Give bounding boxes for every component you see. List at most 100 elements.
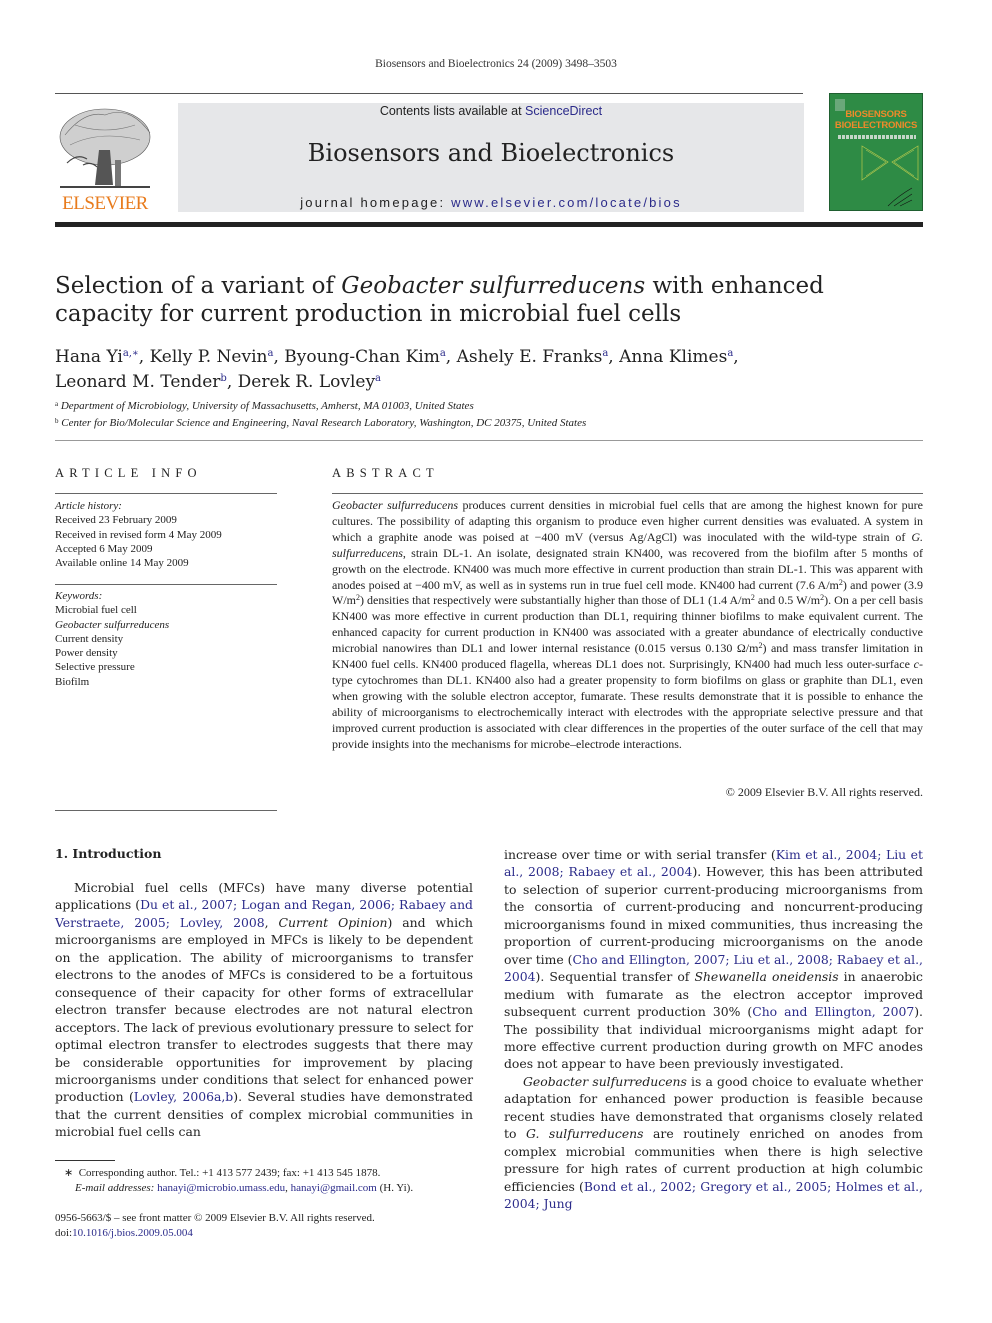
article-title: Selection of a variant of Geobacter sulf…: [55, 272, 925, 328]
paragraph: Microbial fuel cells (MFCs) have many di…: [55, 879, 473, 1141]
contents-prefix: Contents lists available at: [379, 104, 526, 118]
author-name[interactable]: Hana Yi: [55, 347, 123, 367]
italic-text: Current Opinion: [278, 914, 388, 930]
cover-title-line1: BIOSENSORS: [845, 109, 907, 120]
doi-label: doi:: [55, 1227, 73, 1239]
journal-cover-thumbnail[interactable]: BIOSENSORS BIOELECTRONICS: [829, 93, 923, 211]
title-italic: Geobacter sulfurreducens: [341, 273, 646, 299]
sciencedirect-link[interactable]: ScienceDirect: [525, 104, 602, 118]
front-matter: 0956-5663/$ – see front matter © 2009 El…: [55, 1211, 475, 1241]
keyword-item: Microbial fuel cell: [55, 604, 137, 617]
body-column-left: Microbial fuel cells (MFCs) have many di…: [55, 879, 473, 1141]
affiliation-marker: b: [55, 417, 59, 425]
history-item: Received in revised form 4 May 2009: [55, 528, 222, 541]
affiliation-text: Department of Microbiology, University o…: [60, 400, 474, 412]
author-separator: ,: [608, 347, 620, 367]
abstract-text: Geobacter sulfurreducens produces curren…: [332, 498, 923, 753]
history-item: Received 23 February 2009: [55, 514, 177, 527]
divider: [55, 810, 277, 811]
body-column-right: increase over time or with serial transf…: [504, 846, 923, 1213]
keyword-item: Geobacter sulfurreducens: [55, 618, 170, 631]
doi-link[interactable]: 10.1016/j.bios.2009.05.004: [72, 1227, 193, 1239]
divider: [55, 584, 277, 585]
history-item: Available online 14 May 2009: [55, 557, 189, 570]
cover-graphic-icon: [861, 145, 919, 181]
text-run: and 0.5 W/m: [754, 593, 821, 608]
footnote: ∗ Corresponding author. Tel.: +1 413 577…: [55, 1166, 475, 1196]
abstract-copyright: © 2009 Elsevier B.V. All rights reserved…: [725, 785, 923, 799]
author-name[interactable]: Derek R. Lovley: [238, 372, 375, 392]
text-run: ,: [264, 914, 279, 930]
author-name[interactable]: Anna Klimes: [619, 347, 727, 367]
text-run: ) and which microorganisms are employed …: [55, 914, 473, 1105]
affiliation-a: a Department of Microbiology, University…: [55, 397, 925, 414]
author-list: Hana Yia,∗, Kelly P. Nevin a, Byoung-Chan…: [55, 343, 925, 393]
title-part1: Selection of a variant of: [55, 273, 342, 299]
cover-subtitle: [838, 135, 916, 139]
history-label: Article history:: [55, 500, 122, 512]
issn-line: 0956-5663/$ – see front matter © 2009 El…: [55, 1212, 375, 1224]
doi-line: doi:10.1016/j.bios.2009.05.004: [55, 1226, 475, 1241]
author-name[interactable]: Leonard M. Tender: [55, 372, 220, 392]
author-separator: ,: [733, 347, 739, 367]
divider: [332, 493, 923, 494]
header-rule: [55, 93, 803, 94]
journal-masthead: Contents lists available at ScienceDirec…: [178, 103, 804, 212]
elsevier-logo[interactable]: ELSEVIER: [55, 105, 155, 215]
tree-icon: [59, 108, 151, 188]
text-run: -type cytochromes than DL1. KN400 also h…: [332, 657, 923, 751]
homepage-link[interactable]: www.elsevier.com/locate/bios: [451, 195, 682, 210]
keyword-item: Selective pressure: [55, 661, 135, 674]
author-name[interactable]: Ashely E. Franks: [457, 347, 603, 367]
author-separator: ,: [138, 347, 150, 367]
elsevier-wordmark: ELSEVIER: [62, 193, 148, 214]
email-label: E-mail addresses:: [75, 1182, 155, 1194]
affiliations: a Department of Microbiology, University…: [55, 397, 925, 431]
author-separator: ,: [445, 347, 457, 367]
running-head: Biosensors and Bioelectronics 24 (2009) …: [375, 58, 617, 70]
article-history: Article history: Received 23 February 20…: [55, 499, 277, 570]
cover-title-line2: BIOELECTRONICS: [834, 120, 918, 131]
author-name[interactable]: Byoung-Chan Kim: [284, 347, 440, 367]
italic-text: Geobacter sulfurreducens: [523, 1073, 687, 1089]
contents-line: Contents lists available at ScienceDirec…: [178, 104, 804, 118]
footnote-rule: [55, 1160, 115, 1161]
keyword-item: Power density: [55, 647, 118, 660]
divider: [55, 440, 923, 441]
article-info-heading: ARTICLE INFO: [55, 466, 202, 480]
homepage-prefix: journal homepage:: [300, 195, 452, 210]
author-separator: ,: [273, 347, 285, 367]
italic-text: Geobacter sulfurreducens: [332, 498, 459, 512]
affiliation-b: b Center for Bio/Molecular Science and E…: [55, 414, 925, 431]
divider: [55, 493, 277, 494]
keywords-label: Keywords:: [55, 590, 103, 602]
author-name[interactable]: Kelly P. Nevin: [150, 347, 268, 367]
corresponding-text: Corresponding author. Tel.: +1 413 577 2…: [78, 1167, 381, 1179]
author-separator: ,: [226, 372, 238, 392]
author-affiliation-marker[interactable]: a: [375, 373, 381, 384]
cover-diagram-icon: [887, 187, 913, 207]
affiliation-marker: a: [55, 400, 59, 408]
citation-link[interactable]: Lovley, 2006a,b: [134, 1089, 233, 1104]
email-link[interactable]: hanayi@gmail.com: [291, 1182, 377, 1194]
italic-text: G. sulfurreducens: [525, 1126, 644, 1142]
corresponding-author-note: ∗ Corresponding author. Tel.: +1 413 577…: [55, 1166, 475, 1181]
journal-homepage: journal homepage: www.elsevier.com/locat…: [178, 195, 804, 210]
citation-link[interactable]: Cho and Ellington, 2007: [752, 1004, 914, 1019]
email-link[interactable]: hanayi@microbio.umass.edu: [157, 1182, 285, 1194]
email-line: E-mail addresses: hanayi@microbio.umass.…: [75, 1182, 414, 1194]
email-suffix: (H. Yi).: [376, 1182, 414, 1194]
keyword-item: Biofilm: [55, 675, 90, 688]
text-run: ) densities that respectively were subst…: [360, 593, 751, 608]
italic-text: Shewanella oneidensis: [694, 969, 839, 985]
text-run: , strain DL-1. An isolate, designated st…: [332, 545, 923, 592]
paragraph: increase over time or with serial transf…: [504, 846, 923, 1073]
affiliation-text: Center for Bio/Molecular Science and Eng…: [61, 417, 587, 429]
keyword-item: Current density: [55, 632, 124, 645]
history-item: Accepted 6 May 2009: [55, 542, 153, 555]
author-affiliation-marker[interactable]: a,∗: [123, 348, 139, 359]
keywords: Keywords: Microbial fuel cell Geobacter s…: [55, 589, 277, 689]
journal-title: Biosensors and Bioelectronics: [307, 139, 675, 167]
section-heading-introduction: 1. Introduction: [55, 846, 162, 861]
footnote-marker: ∗: [64, 1167, 74, 1179]
